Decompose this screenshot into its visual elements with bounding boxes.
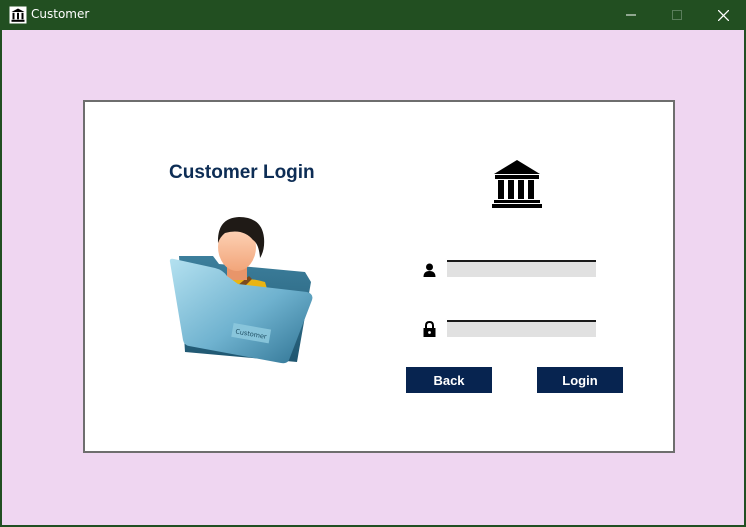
title-bar[interactable]: Customer — [0, 0, 746, 30]
minimize-button[interactable] — [608, 0, 654, 30]
login-panel: Customer Login Customer Back Login — [83, 100, 675, 453]
customer-folder-icon: Customer — [169, 217, 313, 364]
login-button[interactable]: Login — [537, 367, 623, 393]
bank-icon — [9, 6, 27, 24]
username-input[interactable] — [447, 260, 596, 277]
login-heading: Customer Login — [169, 162, 315, 183]
back-button[interactable]: Back — [406, 367, 492, 393]
window-title: Customer — [31, 7, 90, 21]
minimize-icon — [626, 14, 636, 16]
window-client-area: Customer Login Customer Back Login — [2, 30, 744, 525]
user-icon — [423, 263, 436, 277]
close-button[interactable] — [700, 0, 746, 30]
bank-logo-icon — [492, 160, 542, 208]
password-input[interactable] — [447, 320, 596, 337]
lock-icon — [423, 321, 436, 337]
maximize-button[interactable] — [654, 0, 700, 30]
close-icon — [717, 9, 729, 21]
maximize-icon — [672, 10, 682, 20]
